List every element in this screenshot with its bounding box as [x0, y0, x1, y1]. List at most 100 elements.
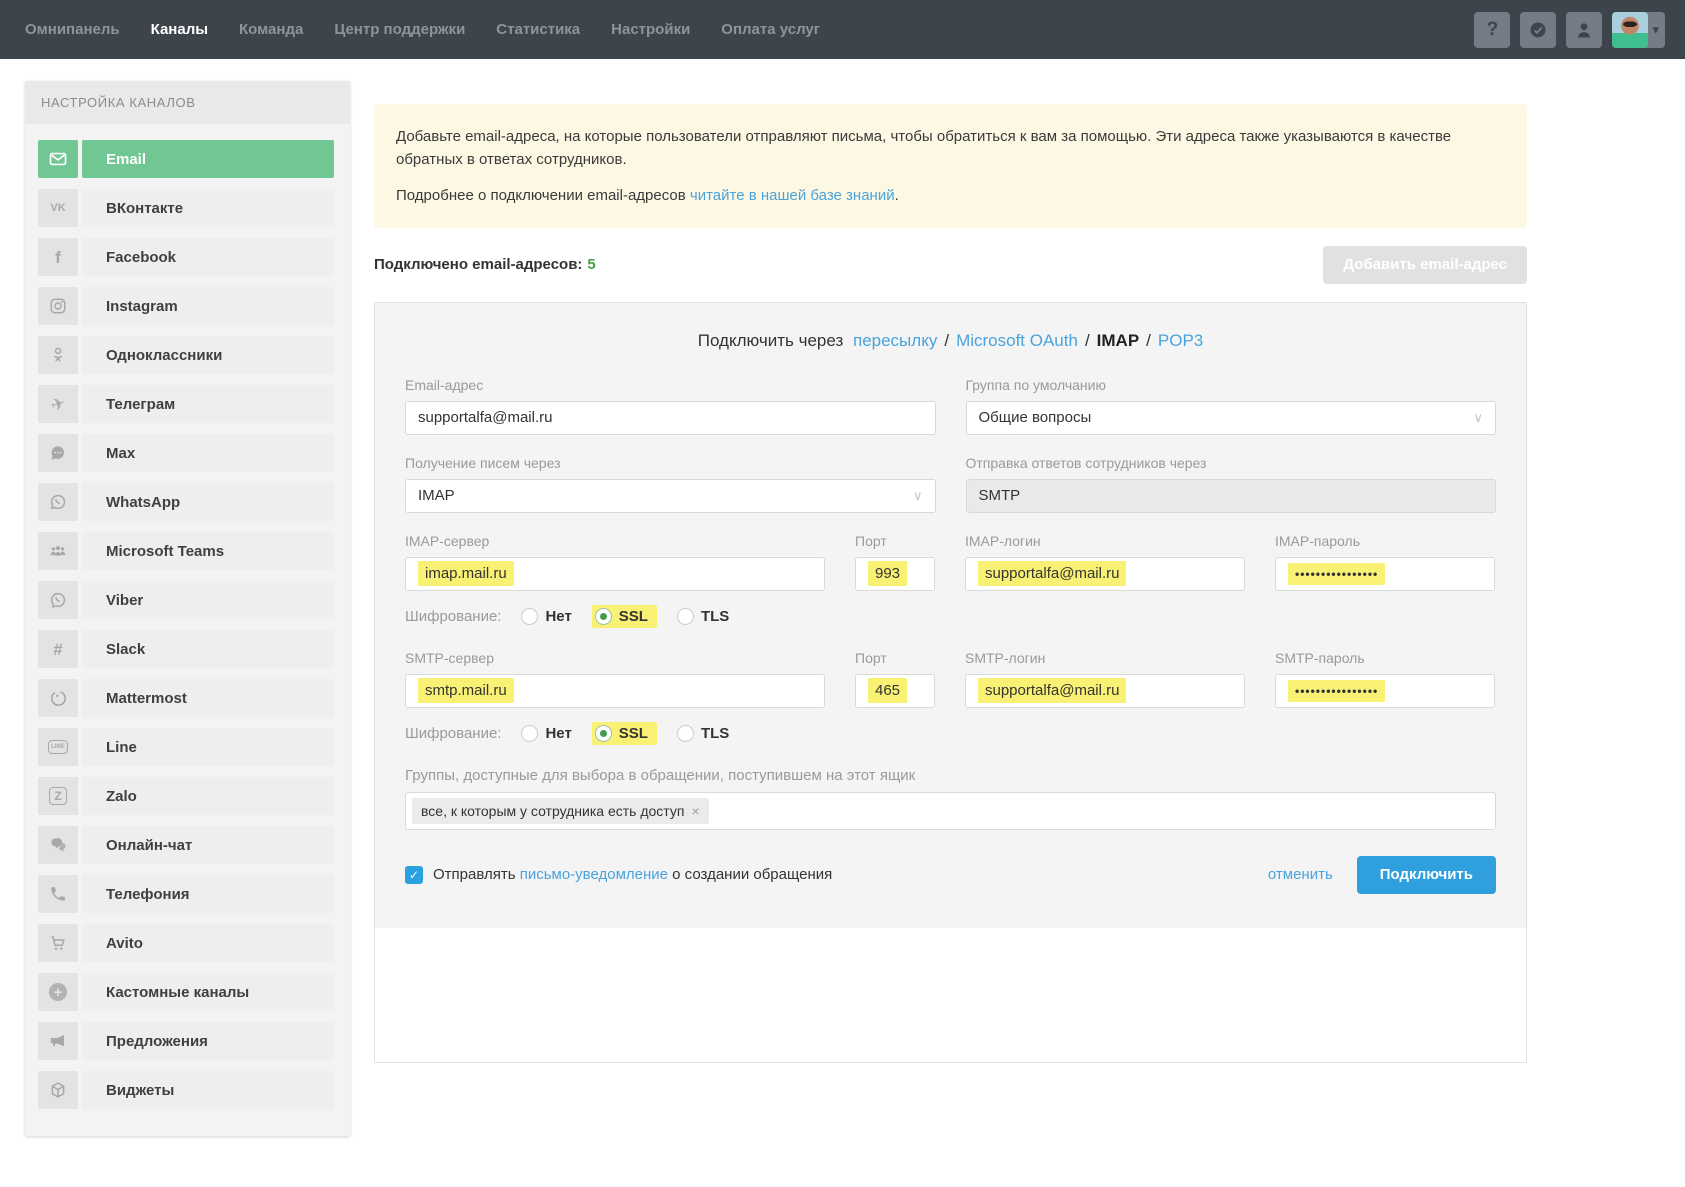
sidebar-item-telephony[interactable]: Телефония [38, 875, 334, 913]
default-group-select[interactable]: Общие вопросы ∨ [965, 400, 1496, 435]
channel-list: Email VK ВКонтакте f Facebook Instagram … [25, 124, 350, 1109]
sidebar-item-max[interactable]: Max [38, 434, 334, 472]
smtp-encryption-group: Шифрование: Нет SSL TLS [405, 721, 1496, 745]
sidebar-item-whatsapp[interactable]: WhatsApp [38, 483, 334, 521]
sidebar-item-online-chat[interactable]: Онлайн-чат [38, 826, 334, 864]
notification-letter-link[interactable]: письмо-уведомление [520, 866, 668, 883]
connect-email-form: Подключить через пересылку / Microsoft OAu… [375, 302, 1526, 928]
sidebar-item-widgets[interactable]: Виджеты [38, 1071, 334, 1109]
sidebar-item-odnoklassniki[interactable]: Одноклассники [38, 336, 334, 374]
account-menu-button[interactable]: ▾ [1612, 11, 1665, 48]
smtp-login-input[interactable]: supportalfa@mail.ru [965, 673, 1245, 708]
groups-tag-input[interactable]: все, к которым у сотрудника есть доступ … [405, 791, 1496, 830]
viber-icon [38, 581, 78, 619]
smtp-encryption-option-none[interactable]: Нет [521, 724, 572, 742]
imap-login-label: IMAP-логин [965, 532, 1041, 549]
cancel-link[interactable]: отменить [1268, 866, 1333, 883]
imap-encryption-option-none[interactable]: Нет [521, 607, 572, 625]
imap-port-value: 993 [868, 561, 908, 587]
sidebar-item-label: Viber [82, 581, 334, 619]
connect-button[interactable]: Подключить [1356, 855, 1496, 894]
verification-button[interactable] [1520, 11, 1557, 48]
send-protocol-value: SMTP [978, 487, 1021, 505]
radio-icon[interactable] [594, 607, 612, 625]
line-icon: LINE [38, 728, 78, 766]
smtp-password-input[interactable]: •••••••••••••••• [1275, 673, 1495, 708]
smtp-password-label: SMTP-пароль [1275, 649, 1365, 666]
sidebar-item-label: Slack [82, 630, 334, 668]
sidebar-item-mattermost[interactable]: Mattermost [38, 679, 334, 717]
slack-icon: # [38, 630, 78, 668]
nav-item-support-center[interactable]: Центр поддержки [334, 21, 465, 38]
sidebar-item-facebook[interactable]: f Facebook [38, 238, 334, 276]
sidebar-item-zalo[interactable]: Z Zalo [38, 777, 334, 815]
nav-item-billing[interactable]: Оплата услуг [721, 21, 820, 38]
radio-icon[interactable] [676, 607, 694, 625]
add-email-button[interactable]: Добавить email-адрес [1323, 245, 1527, 284]
remove-tag-icon[interactable]: × [691, 803, 699, 819]
nav-item-channels[interactable]: Каналы [151, 21, 208, 38]
sidebar-item-label: Line [82, 728, 334, 766]
imap-password-input[interactable]: •••••••••••••••• [1275, 556, 1495, 591]
sidebar-item-label: Microsoft Teams [82, 532, 334, 570]
connected-row: Подключено email-адресов: 5 Добавить emai… [374, 245, 1527, 284]
knowledge-base-link[interactable]: читайте в нашей базе знаний [690, 187, 895, 204]
nav-item-team[interactable]: Команда [239, 21, 303, 38]
sidebar-item-label: Avito [82, 924, 334, 962]
nav-menu: Омнипанель Каналы Команда Центр поддержк… [25, 21, 820, 38]
nav-item-settings[interactable]: Настройки [611, 21, 690, 38]
notify-checkbox[interactable]: ✓ [405, 865, 423, 884]
method-pop3-link[interactable]: POP3 [1158, 331, 1203, 350]
method-microsoft-oauth-link[interactable]: Microsoft OAuth [956, 331, 1078, 350]
email-address-input[interactable]: supportalfa@mail.ru [405, 400, 936, 435]
smtp-encryption-option-tls[interactable]: TLS [676, 724, 729, 742]
imap-port-input[interactable]: 993 [855, 556, 935, 591]
sidebar-item-telegram[interactable]: ✈ Телеграм [38, 385, 334, 423]
imap-server-input[interactable]: imap.mail.ru [405, 556, 825, 591]
receive-via-label: Получение писем через [405, 454, 561, 471]
sidebar-item-line[interactable]: LINE Line [38, 728, 334, 766]
profile-button[interactable] [1566, 11, 1603, 48]
sidebar-item-microsoft-teams[interactable]: Microsoft Teams [38, 532, 334, 570]
method-separator: / [944, 330, 950, 350]
sidebar-item-label: Предложения [82, 1022, 334, 1060]
option-label: TLS [700, 607, 730, 625]
sidebar-item-slack[interactable]: # Slack [38, 630, 334, 668]
imap-login-input[interactable]: supportalfa@mail.ru [965, 556, 1245, 591]
radio-icon[interactable] [676, 724, 694, 742]
telegram-icon: ✈ [38, 385, 78, 423]
help-button[interactable]: ? [1474, 11, 1511, 48]
receive-protocol-select[interactable]: IMAP ∨ [405, 478, 936, 513]
sidebar-item-email[interactable]: Email [38, 140, 334, 178]
radio-icon[interactable] [521, 724, 539, 742]
sidebar-title: НАСТРОЙКА КАНАЛОВ [25, 81, 350, 124]
sidebar-item-label: Виджеты [82, 1071, 334, 1109]
smtp-server-input[interactable]: smtp.mail.ru [405, 673, 825, 708]
default-group-label: Группа по умолчанию [965, 376, 1106, 393]
cart-icon [38, 924, 78, 962]
sidebar-item-instagram[interactable]: Instagram [38, 287, 334, 325]
email-address-value: supportalfa@mail.ru [418, 409, 553, 427]
radio-icon[interactable] [594, 724, 612, 742]
smtp-port-input[interactable]: 465 [855, 673, 935, 708]
option-label: Нет [545, 724, 572, 742]
sidebar-item-vkontakte[interactable]: VK ВКонтакте [38, 189, 334, 227]
nav-item-omnipanel[interactable]: Омнипанель [25, 21, 120, 38]
plus-circle-icon: + [38, 973, 78, 1011]
sidebar-item-label: Онлайн-чат [82, 826, 334, 864]
method-imap-active: IMAP [1096, 330, 1140, 350]
imap-encryption-option-tls[interactable]: TLS [676, 607, 730, 625]
imap-encryption-option-ssl[interactable]: SSL [591, 604, 657, 628]
method-separator: / [1146, 330, 1151, 350]
sidebar-item-viber[interactable]: Viber [38, 581, 334, 619]
radio-icon[interactable] [521, 607, 539, 625]
nav-item-statistics[interactable]: Статистика [496, 21, 580, 38]
sidebar-item-custom-channels[interactable]: + Кастомные каналы [38, 973, 334, 1011]
imap-server-label: IMAP-сервер [405, 532, 490, 549]
sidebar-item-label: Одноклассники [82, 336, 334, 374]
send-via-label: Отправка ответов сотрудников через [965, 454, 1207, 471]
method-forwarding-link[interactable]: пересылку [853, 331, 937, 350]
sidebar-item-avito[interactable]: Avito [38, 924, 334, 962]
smtp-encryption-option-ssl[interactable]: SSL [591, 721, 657, 745]
sidebar-item-suggestions[interactable]: Предложения [38, 1022, 334, 1060]
